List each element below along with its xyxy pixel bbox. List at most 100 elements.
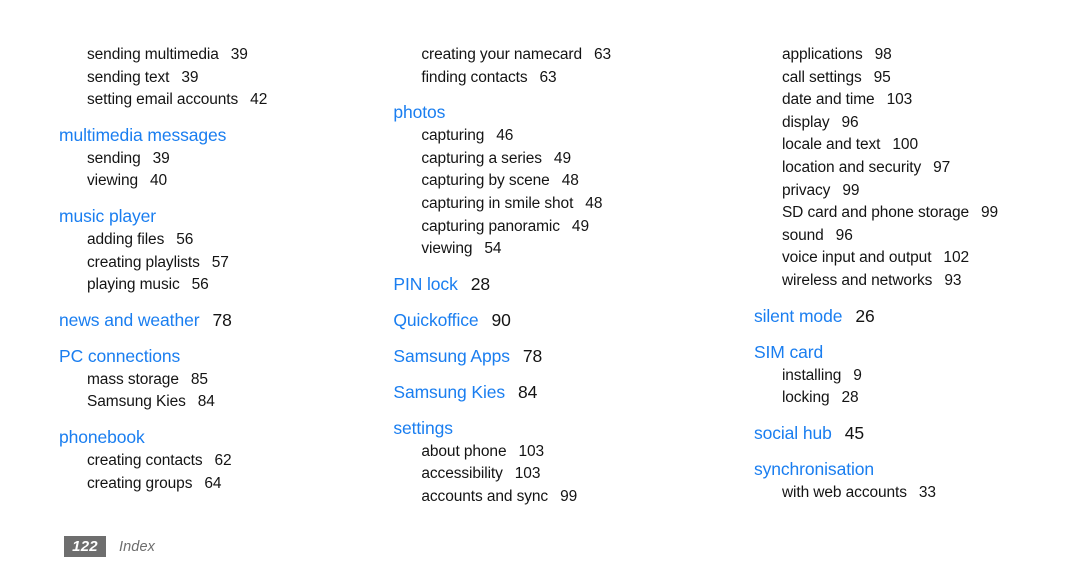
index-entry[interactable]: SD card and phone storage 99 — [754, 202, 1080, 225]
index-entry-page-number: 39 — [152, 149, 170, 167]
index-entry[interactable]: sending multimedia 39 — [59, 44, 361, 67]
index-entry[interactable]: installing 9 — [754, 365, 1080, 388]
index-entry-list: sending 39 viewing 40 — [59, 148, 361, 193]
index-entry-label: setting email accounts — [87, 91, 239, 109]
index-entry-page-number: 103 — [514, 465, 541, 483]
index-entry[interactable]: capturing a series 49 — [393, 148, 694, 171]
index-entry-page-number: 56 — [176, 230, 194, 248]
index-heading-label: photos — [393, 102, 446, 123]
index-entry[interactable]: display 96 — [754, 112, 1080, 135]
index-entry-page-number: 40 — [150, 172, 168, 190]
index-entry-list: creating your namecard 63 finding contacts… — [393, 44, 694, 89]
index-entry[interactable]: setting email accounts 42 — [59, 89, 361, 112]
index-entry-label: locale and text — [781, 136, 881, 154]
index-entry-page-number: 48 — [561, 172, 579, 190]
index-entry-page-number: 96 — [841, 113, 859, 131]
index-entry-label: Samsung Kies — [87, 393, 186, 411]
index-entry-page-number: 98 — [874, 46, 892, 63]
index-heading[interactable]: phonebook — [59, 425, 361, 450]
index-entry[interactable]: finding contacts 63 — [393, 67, 694, 90]
index-heading[interactable]: PIN lock 28 — [393, 272, 694, 297]
index-group: multimedia messages sending 39 viewing 40 — [59, 123, 361, 193]
index-group: silent mode 26 — [754, 304, 1080, 329]
index-heading[interactable]: social hub 45 — [754, 421, 1080, 446]
index-entry[interactable]: sending text 39 — [59, 67, 361, 90]
index-heading[interactable]: silent mode 26 — [754, 304, 1080, 329]
index-entry-label: capturing by scene — [421, 172, 550, 190]
index-entry[interactable]: mass storage 85 — [59, 369, 361, 392]
index-entry[interactable]: location and security 97 — [754, 157, 1080, 180]
index-entry-page-number: 100 — [892, 136, 918, 154]
index-heading[interactable]: photos — [393, 100, 694, 125]
index-entry-page-number: 63 — [594, 46, 612, 63]
index-entry[interactable]: with web accounts 33 — [754, 482, 1080, 505]
index-columns: sending multimedia 39 sending text 39 settin… — [0, 44, 1080, 509]
index-entry-page-number: 39 — [181, 68, 199, 86]
index-entry-list: adding files 56 creating playlists 57 playin… — [59, 229, 361, 297]
index-entry[interactable]: voice input and output 102 — [754, 247, 1080, 270]
index-entry-label: capturing a series — [421, 149, 542, 167]
index-group: Samsung Apps 78 — [393, 344, 694, 369]
index-heading[interactable]: Samsung Kies 84 — [393, 380, 694, 405]
index-heading[interactable]: SIM card — [754, 340, 1080, 365]
index-heading[interactable]: settings — [393, 416, 694, 441]
index-entry[interactable]: creating groups 64 — [59, 473, 361, 496]
index-entry-page-number: 99 — [560, 487, 578, 505]
index-entry[interactable]: capturing 46 — [393, 125, 694, 148]
index-heading[interactable]: PC connections — [59, 344, 361, 369]
index-entry-page-number: 49 — [571, 217, 589, 235]
index-heading-label: SIM card — [753, 341, 824, 362]
index-heading-label: music player — [59, 205, 157, 226]
index-entry[interactable]: date and time 103 — [754, 89, 1080, 112]
index-heading-label: PIN lock — [393, 273, 458, 294]
index-entry[interactable]: adding files 56 — [59, 229, 361, 252]
index-entry-label: locking — [781, 389, 830, 407]
index-group: sending multimedia 39 sending text 39 settin… — [59, 44, 361, 112]
index-entry[interactable]: locale and text 100 — [754, 134, 1080, 157]
index-entry-page-number: 85 — [190, 370, 208, 388]
index-entry[interactable]: capturing in smile shot 48 — [393, 193, 694, 216]
index-heading[interactable]: multimedia messages — [59, 123, 361, 148]
index-entry[interactable]: call settings 95 — [754, 67, 1080, 90]
index-entry-list: installing 9 locking 28 — [754, 365, 1080, 410]
index-entry[interactable]: viewing 54 — [393, 238, 694, 261]
index-entry-list: about phone 103 accessibility 103 accounts a… — [393, 441, 694, 509]
index-entry-list: creating contacts 62 creating groups 64 — [59, 450, 361, 495]
index-entry[interactable]: locking 28 — [754, 387, 1080, 410]
index-group: news and weather 78 — [59, 308, 361, 333]
index-entry[interactable]: wireless and networks 93 — [754, 270, 1080, 293]
index-entry[interactable]: viewing 40 — [59, 170, 361, 193]
index-heading[interactable]: Quickoffice 90 — [393, 308, 694, 333]
index-heading[interactable]: music player — [59, 204, 361, 229]
index-entry[interactable]: sound 96 — [754, 225, 1080, 248]
index-group: synchronisation with web accounts 33 — [754, 457, 1080, 505]
index-entry[interactable]: capturing panoramic 49 — [393, 216, 694, 239]
index-entry[interactable]: capturing by scene 48 — [393, 170, 694, 193]
index-entry[interactable]: creating your namecard 63 — [393, 44, 694, 67]
index-entry-page-number: 56 — [191, 276, 209, 294]
index-heading-label: PC connections — [59, 345, 181, 366]
index-entry-page-number: 49 — [553, 149, 571, 167]
index-entry-page-number: 63 — [539, 68, 557, 86]
index-entry[interactable]: privacy 99 — [754, 180, 1080, 203]
index-entry-label: capturing in smile shot — [421, 194, 574, 212]
index-entry-label: sending — [87, 149, 141, 167]
index-heading[interactable]: synchronisation — [754, 457, 1080, 482]
index-entry[interactable]: Samsung Kies 84 — [59, 391, 361, 414]
index-heading[interactable]: Samsung Apps 78 — [393, 344, 694, 369]
index-entry-page-number: 28 — [841, 389, 859, 407]
index-entry-label: display — [781, 113, 830, 131]
index-entry-list: mass storage 85 Samsung Kies 84 — [59, 369, 361, 414]
index-entry[interactable]: about phone 103 — [393, 441, 694, 464]
index-entry[interactable]: sending 39 — [59, 148, 361, 171]
index-entry[interactable]: creating playlists 57 — [59, 252, 361, 275]
index-heading[interactable]: news and weather 78 — [59, 308, 361, 333]
index-heading-page-number: 26 — [855, 305, 875, 326]
index-entry[interactable]: accounts and sync 99 — [393, 486, 694, 509]
index-entry[interactable]: accessibility 103 — [393, 463, 694, 486]
index-entry-page-number: 96 — [835, 226, 853, 244]
index-entry[interactable]: playing music 56 — [59, 274, 361, 297]
index-entry[interactable]: creating contacts 62 — [59, 450, 361, 473]
index-heading-page-number: 28 — [470, 273, 490, 294]
index-entry[interactable]: applications 98 — [754, 44, 1080, 67]
